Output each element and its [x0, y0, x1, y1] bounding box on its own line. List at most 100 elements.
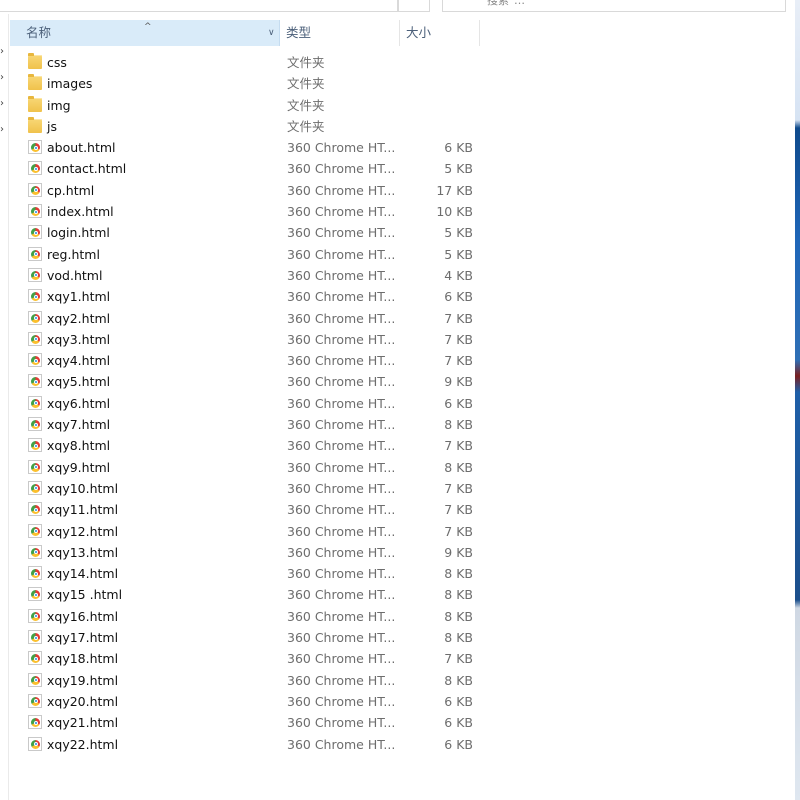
file-row[interactable]: xqy4.html 360 Chrome HT... 7 KB: [10, 350, 790, 371]
file-row[interactable]: img 文件夹: [10, 95, 790, 116]
file-name[interactable]: xqy15 .html: [47, 584, 122, 605]
file-row[interactable]: xqy8.html 360 Chrome HT... 7 KB: [10, 435, 790, 456]
file-name[interactable]: xqy22.html: [47, 734, 118, 755]
html-file-icon: [28, 693, 42, 708]
file-row[interactable]: xqy13.html 360 Chrome HT... 9 KB: [10, 542, 790, 563]
folder-icon: [28, 116, 42, 133]
file-name[interactable]: xqy14.html: [47, 563, 118, 584]
refresh-button[interactable]: [398, 0, 430, 12]
column-header-size[interactable]: 大小: [400, 20, 480, 46]
file-row[interactable]: xqy9.html 360 Chrome HT... 8 KB: [10, 457, 790, 478]
nav-item-marker[interactable]: ›: [0, 46, 4, 57]
file-size: 6 KB: [444, 736, 473, 752]
file-name[interactable]: css: [47, 52, 67, 73]
file-name[interactable]: xqy19.html: [47, 670, 118, 691]
file-name[interactable]: xqy12.html: [47, 521, 118, 542]
file-size: 7 KB: [444, 438, 473, 454]
html-file-icon: [28, 140, 42, 155]
file-name[interactable]: xqy20.html: [47, 691, 118, 712]
file-row[interactable]: xqy20.html 360 Chrome HT... 6 KB: [10, 691, 790, 712]
file-name[interactable]: images: [47, 73, 92, 94]
file-name[interactable]: login.html: [47, 222, 110, 243]
browser-logo-icon: [31, 590, 40, 600]
file-row[interactable]: xqy19.html 360 Chrome HT... 8 KB: [10, 670, 790, 691]
file-name[interactable]: vod.html: [47, 265, 102, 286]
file-name[interactable]: xqy11.html: [47, 499, 118, 520]
file-name[interactable]: xqy7.html: [47, 414, 110, 435]
file-row[interactable]: xqy7.html 360 Chrome HT... 8 KB: [10, 414, 790, 435]
file-name[interactable]: xqy4.html: [47, 350, 110, 371]
file-row[interactable]: xqy1.html 360 Chrome HT... 6 KB: [10, 286, 790, 307]
file-name[interactable]: xqy6.html: [47, 393, 110, 414]
file-name[interactable]: img: [47, 95, 71, 116]
browser-logo-icon: [31, 398, 40, 408]
file-name[interactable]: xqy1.html: [47, 286, 110, 307]
file-name[interactable]: xqy16.html: [47, 606, 118, 627]
file-row[interactable]: xqy10.html 360 Chrome HT... 7 KB: [10, 478, 790, 499]
file-name[interactable]: about.html: [47, 137, 116, 158]
column-header-name[interactable]: 名称 ^ ∨: [10, 20, 280, 46]
file-row[interactable]: js 文件夹: [10, 116, 790, 137]
file-name[interactable]: xqy9.html: [47, 457, 110, 478]
file-name[interactable]: reg.html: [47, 244, 100, 265]
navigation-pane[interactable]: › › › ›: [0, 14, 9, 800]
file-name[interactable]: xqy2.html: [47, 308, 110, 329]
file-name[interactable]: xqy5.html: [47, 371, 110, 392]
nav-item-marker[interactable]: ›: [0, 98, 4, 109]
file-name[interactable]: index.html: [47, 201, 114, 222]
address-bar[interactable]: … … …: [0, 0, 398, 12]
file-name[interactable]: xqy10.html: [47, 478, 118, 499]
file-row[interactable]: images 文件夹: [10, 73, 790, 94]
file-row[interactable]: xqy12.html 360 Chrome HT... 7 KB: [10, 521, 790, 542]
file-row[interactable]: login.html 360 Chrome HT... 5 KB: [10, 222, 790, 243]
file-type: 360 Chrome HT...: [287, 630, 396, 646]
file-row[interactable]: xqy16.html 360 Chrome HT... 8 KB: [10, 606, 790, 627]
search-input[interactable]: 搜索"…": [442, 0, 786, 12]
file-row[interactable]: vod.html 360 Chrome HT... 4 KB: [10, 265, 790, 286]
file-name[interactable]: xqy17.html: [47, 627, 118, 648]
file-row[interactable]: xqy21.html 360 Chrome HT... 6 KB: [10, 712, 790, 733]
file-row[interactable]: xqy14.html 360 Chrome HT... 8 KB: [10, 563, 790, 584]
html-file-icon: [28, 417, 42, 432]
html-file-icon: [28, 480, 42, 495]
file-row[interactable]: xqy17.html 360 Chrome HT... 8 KB: [10, 627, 790, 648]
file-row[interactable]: cp.html 360 Chrome HT... 17 KB: [10, 180, 790, 201]
file-row[interactable]: css 文件夹: [10, 52, 790, 73]
file-name[interactable]: xqy13.html: [47, 542, 118, 563]
nav-item-marker[interactable]: ›: [0, 124, 4, 135]
file-row[interactable]: xqy2.html 360 Chrome HT... 7 KB: [10, 308, 790, 329]
html-file-icon: [28, 630, 42, 645]
file-size: 5 KB: [444, 225, 473, 241]
file-row[interactable]: reg.html 360 Chrome HT... 5 KB: [10, 244, 790, 265]
file-type: 360 Chrome HT...: [287, 672, 396, 688]
file-row[interactable]: xqy22.html 360 Chrome HT... 6 KB: [10, 734, 790, 755]
file-size: 8 KB: [444, 608, 473, 624]
file-name[interactable]: js: [47, 116, 57, 137]
file-row[interactable]: xqy11.html 360 Chrome HT... 7 KB: [10, 499, 790, 520]
file-row[interactable]: xqy18.html 360 Chrome HT... 7 KB: [10, 648, 790, 669]
file-name[interactable]: xqy8.html: [47, 435, 110, 456]
browser-logo-icon: [31, 462, 40, 472]
file-row[interactable]: contact.html 360 Chrome HT... 5 KB: [10, 158, 790, 179]
file-name[interactable]: cp.html: [47, 180, 94, 201]
html-file-icon: [28, 459, 42, 474]
file-name[interactable]: contact.html: [47, 158, 126, 179]
file-row[interactable]: xqy5.html 360 Chrome HT... 9 KB: [10, 371, 790, 392]
html-file-icon: [28, 331, 42, 346]
file-row[interactable]: index.html 360 Chrome HT... 10 KB: [10, 201, 790, 222]
file-name[interactable]: xqy18.html: [47, 648, 118, 669]
file-row[interactable]: about.html 360 Chrome HT... 6 KB: [10, 137, 790, 158]
file-row[interactable]: xqy15 .html 360 Chrome HT... 8 KB: [10, 584, 790, 605]
chevron-down-icon[interactable]: ∨: [268, 20, 275, 46]
file-row[interactable]: xqy6.html 360 Chrome HT... 6 KB: [10, 393, 790, 414]
file-type: 文件夹: [287, 118, 325, 134]
file-row[interactable]: xqy3.html 360 Chrome HT... 7 KB: [10, 329, 790, 350]
nav-item-marker[interactable]: ›: [0, 72, 4, 83]
column-header-type[interactable]: 类型: [280, 20, 400, 46]
file-name[interactable]: xqy21.html: [47, 712, 118, 733]
browser-logo-icon: [31, 228, 40, 238]
file-name[interactable]: xqy3.html: [47, 329, 110, 350]
file-type: 360 Chrome HT...: [287, 736, 396, 752]
search-placeholder: 搜索"…": [487, 0, 531, 7]
file-type: 360 Chrome HT...: [287, 267, 396, 283]
